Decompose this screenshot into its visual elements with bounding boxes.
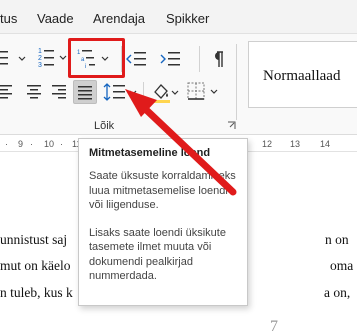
paragraph-group-label: Lõik [94,120,115,132]
ruler-tick: 9 [18,139,24,149]
show-formatting-button[interactable] [210,50,224,68]
document-line: oma [330,258,354,273]
document-line: n on [325,232,349,247]
menu-bar: tus Vaade Arendaja Spikker [0,0,357,34]
align-right-icon [52,85,66,99]
ribbon-separator [236,44,237,120]
bullets-button[interactable] [0,48,26,68]
increase-indent-icon [160,52,180,66]
dialog-launcher-icon[interactable] [227,121,236,130]
ruler-tick: 14 [320,139,331,149]
decrease-indent-icon [126,52,146,66]
multilevel-list-tooltip: Mitmetasemeline loend Saate üksuste korr… [78,138,248,306]
increase-indent-button[interactable] [160,50,182,68]
ruler-tick: 13 [290,139,301,149]
ruler-tick-dots: · [60,139,63,149]
shading-button[interactable] [150,82,180,104]
decrease-indent-button[interactable] [126,50,146,68]
style-gallery-normal[interactable]: Normaallaad [248,41,357,108]
tooltip-title: Mitmetasemeline loend [89,147,211,159]
annotation-highlight-box [68,38,125,78]
ribbon-separator [143,82,144,106]
align-right-button[interactable] [51,84,67,100]
document-line: unnistust saj [0,232,68,247]
tooltip-paragraph: Lisaks saate loendi üksikute tasemete il… [89,226,226,283]
numbering-icon: 1 2 3 [38,48,67,68]
svg-text:2: 2 [38,55,42,62]
ruler-tick-dots: · [5,139,8,149]
menu-tab-view-partial[interactable]: tus [0,11,17,26]
borders-icon [187,82,218,100]
menu-tab-spikker[interactable]: Spikker [166,11,209,26]
menu-tab-vaade[interactable]: Vaade [37,11,74,26]
justify-button[interactable] [73,80,97,104]
menu-tab-arendaja[interactable]: Arendaja [93,11,145,26]
numbering-button[interactable]: 1 2 3 [38,46,68,68]
justify-icon [78,86,92,100]
document-line: mut on käelo [0,258,71,273]
style-name: Normaallaad [263,68,341,84]
shading-icon [152,84,179,103]
tooltip-paragraph: Saate üksuste korraldamiseks luua mitmet… [89,170,236,211]
ribbon-separator [199,46,200,72]
document-line: a on, [324,285,351,300]
align-left-button[interactable] [0,84,14,100]
pilcrow-icon [215,51,223,67]
bullets-icon [0,51,26,65]
page-number: 7 [270,318,278,335]
line-spacing-button[interactable] [103,82,141,102]
svg-text:3: 3 [38,62,42,68]
svg-text:1: 1 [38,48,42,55]
line-spacing-icon [103,83,137,101]
ruler-tick: 10 [44,139,55,149]
align-center-icon [27,85,41,99]
ruler-tick-dots: · [30,139,33,149]
align-left-icon [0,85,12,99]
align-center-button[interactable] [26,84,42,100]
document-line: n tuleb, kus k [0,285,73,300]
borders-button[interactable] [187,82,223,102]
ruler-tick: 12 [262,139,273,149]
